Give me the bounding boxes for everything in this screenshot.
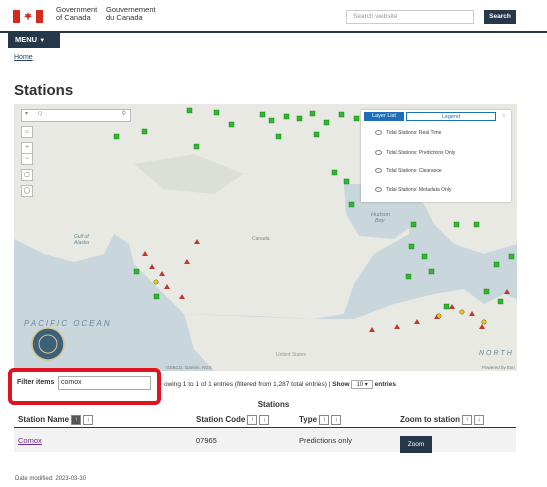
esri-attribution[interactable]: Powered by Esri bbox=[482, 365, 515, 370]
layer-label: Tidal Stations: Metadata Only bbox=[386, 187, 452, 193]
tab-layer-list[interactable]: Layer List bbox=[364, 112, 404, 121]
panel-collapse-icon[interactable]: » bbox=[499, 112, 509, 121]
site-header: Government of Canada Gouvernement du Can… bbox=[0, 0, 547, 30]
home-extent-icon[interactable]: ⌂ bbox=[21, 126, 33, 138]
station-map[interactable]: Canada Hudson Bay Gulf of Alaska PACIFIC… bbox=[14, 104, 517, 371]
entries-label: entries bbox=[374, 381, 396, 388]
layer-label: Tidal Stations: Clearance bbox=[386, 168, 442, 174]
zoom-button[interactable]: Zoom bbox=[400, 436, 432, 453]
separator: | bbox=[328, 381, 331, 388]
map-search-dropdown-icon[interactable]: ▾ bbox=[25, 110, 28, 117]
breadcrumb-home[interactable]: Home bbox=[14, 54, 33, 61]
label-united-states: United States bbox=[276, 352, 307, 358]
column-label: Station Name bbox=[18, 415, 70, 425]
station-code-cell: 07965 bbox=[196, 436, 217, 445]
layer-item-clearance[interactable]: Tidal Stations: Clearance bbox=[375, 168, 442, 174]
station-type-cell: Predictions only bbox=[299, 436, 352, 445]
date-modified: Date modified: 2023-03-30 bbox=[15, 476, 87, 482]
sort-asc-icon[interactable]: ↑ bbox=[247, 415, 258, 425]
locate-icon[interactable]: ◯ bbox=[21, 185, 33, 197]
station-name-link[interactable]: Comox bbox=[18, 436, 42, 445]
gov-fr-line2: du Canada bbox=[106, 13, 143, 22]
chevron-down-icon: ▼ bbox=[39, 38, 46, 44]
table-row bbox=[14, 428, 516, 452]
column-header-station-code[interactable]: Station Code ↑ ↓ bbox=[196, 415, 270, 425]
sort-desc-icon[interactable]: ↓ bbox=[474, 415, 484, 425]
map-search-input[interactable]: ▾ Q ⚲ bbox=[21, 109, 131, 122]
label-canada: Canada bbox=[252, 236, 270, 242]
layer-item-metadata-only[interactable]: Tidal Stations: Metadata Only bbox=[375, 187, 451, 193]
gov-signature-en[interactable]: Government of Canada bbox=[56, 6, 97, 22]
table-caption: Stations bbox=[257, 400, 290, 409]
sort-asc-icon[interactable]: ↑ bbox=[71, 415, 82, 425]
label-north: NORTH bbox=[479, 350, 514, 357]
map-search-placeholder: Q bbox=[38, 111, 43, 117]
sort-asc-icon[interactable]: ↑ bbox=[462, 415, 472, 425]
eye-icon[interactable] bbox=[375, 150, 382, 156]
menu-bar bbox=[0, 31, 547, 48]
entries-select[interactable]: 10 ▾ bbox=[351, 380, 373, 389]
show-label: Show bbox=[332, 381, 350, 388]
column-header-station-name[interactable]: Station Name ↑ ↓ bbox=[18, 415, 94, 425]
gov-en-line2: of Canada bbox=[56, 13, 91, 22]
menu-label: MENU bbox=[15, 35, 38, 44]
eye-icon[interactable] bbox=[375, 187, 382, 193]
chevron-down-icon: ▾ bbox=[364, 382, 368, 388]
layer-label: Tidal Stations: Predictions Only bbox=[386, 150, 456, 156]
map-attribution: GEBCO, Garmin, NGS bbox=[166, 365, 212, 370]
column-label: Type bbox=[299, 415, 318, 425]
layer-item-real-time[interactable]: Tidal Stations: Real Time bbox=[375, 130, 441, 136]
search-icon[interactable]: ⚲ bbox=[122, 110, 126, 117]
menu-button[interactable]: MENU ▼ bbox=[8, 31, 60, 48]
label-gulf-of-alaska: Gulf of Alaska bbox=[74, 234, 89, 246]
eye-icon[interactable] bbox=[375, 130, 382, 136]
gov-signature-fr[interactable]: Gouvernement du Canada bbox=[106, 6, 156, 22]
table-info: owing 1 to 1 of 1 entries (filtered from… bbox=[164, 380, 396, 389]
fullscreen-icon[interactable]: ▢ bbox=[21, 169, 33, 181]
layer-label: Tidal Stations: Real Time bbox=[386, 130, 442, 136]
sort-asc-icon[interactable]: ↑ bbox=[319, 415, 330, 425]
label-hudson-bay: Hudson Bay bbox=[371, 212, 390, 224]
entries-select-value: 10 bbox=[356, 382, 364, 388]
label-bay: Bay bbox=[375, 218, 385, 224]
label-alaska: Alaska bbox=[74, 240, 90, 246]
label-pacific-ocean: PACIFIC OCEAN bbox=[24, 319, 112, 328]
column-header-type[interactable]: Type ↑ ↓ bbox=[299, 415, 342, 425]
table-info-text: owing 1 to 1 of 1 entries (filtered from… bbox=[164, 381, 327, 388]
column-label: Zoom to station bbox=[400, 415, 460, 425]
site-search-input[interactable]: Search website bbox=[346, 10, 474, 24]
sort-desc-icon[interactable]: ↓ bbox=[331, 415, 342, 425]
column-label: Station Code bbox=[196, 415, 246, 425]
layer-list-panel: Layer List Legend » Tidal Stations: Real… bbox=[361, 110, 511, 202]
sort-desc-icon[interactable]: ↓ bbox=[259, 415, 270, 425]
page-title: Stations bbox=[14, 82, 74, 99]
zoom-out-icon[interactable]: − bbox=[21, 153, 33, 165]
column-header-zoom[interactable]: Zoom to station ↑ ↓ bbox=[400, 415, 484, 425]
eye-icon[interactable] bbox=[375, 168, 382, 174]
layer-item-predictions-only[interactable]: Tidal Stations: Predictions Only bbox=[375, 150, 455, 156]
canada-flag-icon[interactable] bbox=[13, 10, 43, 23]
sort-desc-icon[interactable]: ↓ bbox=[83, 415, 94, 425]
site-search-button[interactable]: Search bbox=[484, 10, 516, 24]
tab-legend[interactable]: Legend bbox=[406, 112, 496, 121]
